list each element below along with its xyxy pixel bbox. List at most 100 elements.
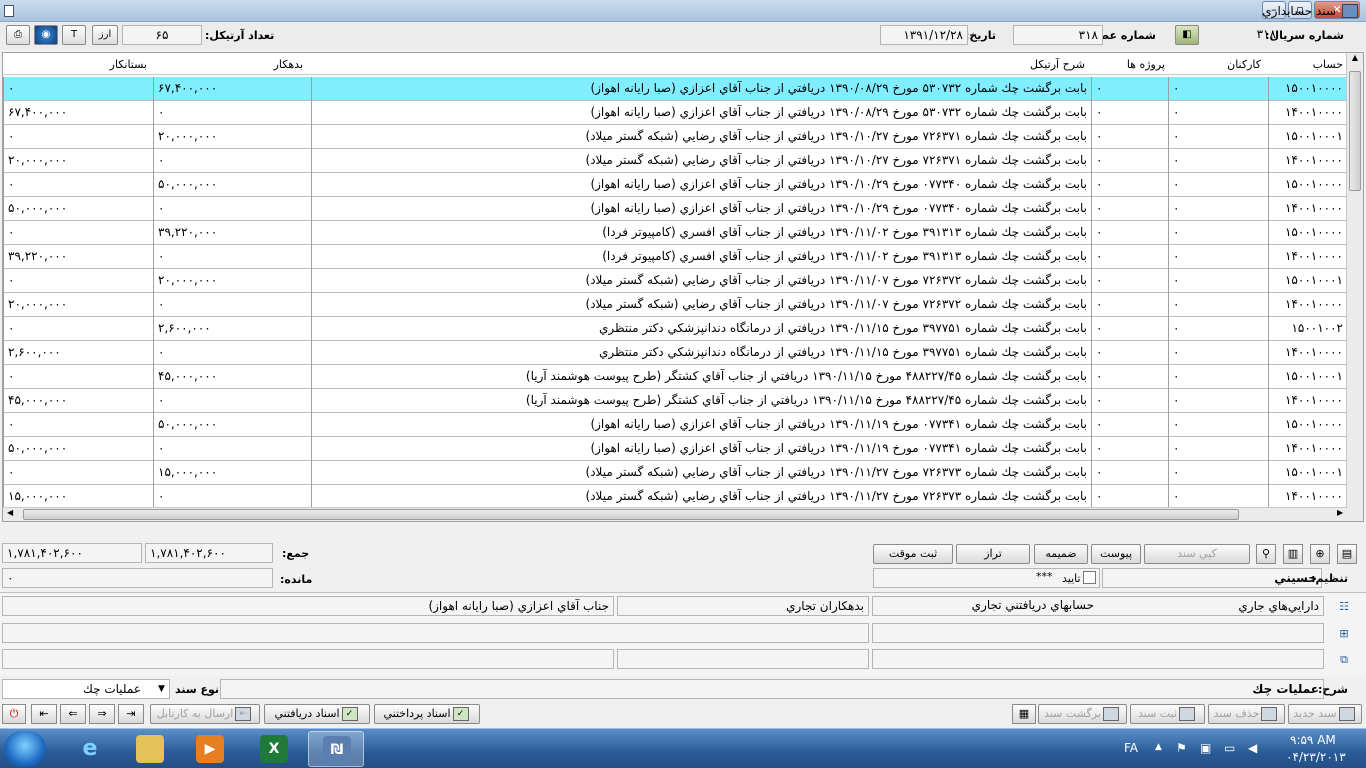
account-cell[interactable]: ۱۵۰۰۱۰۰۰۰ <box>1268 173 1347 197</box>
project-cell[interactable]: ۰ <box>1091 485 1168 509</box>
debit-cell[interactable]: ۲۰,۰۰۰,۰۰۰ <box>153 269 311 293</box>
col-credit[interactable]: بستانكار <box>110 58 147 71</box>
export-icon[interactable]: ▤ <box>1337 544 1357 564</box>
project-cell[interactable]: ۰ <box>1091 437 1168 461</box>
credit-cell[interactable]: ۲,۶۰۰,۰۰۰ <box>3 341 153 365</box>
taskbar-ie[interactable]: e <box>62 731 118 767</box>
project-cell[interactable]: ۰ <box>1091 389 1168 413</box>
flag-icon[interactable]: ⚑ <box>1176 741 1187 755</box>
employee-cell[interactable]: ۰ <box>1168 77 1268 101</box>
table-row[interactable]: ۱۵۰۰۱۰۰۰۱ ۰ ۰ بابت برگشت چك شماره ۷۲۶۳۷۳ مو… <box>3 461 1347 485</box>
table-row[interactable]: ۱۵۰۰۱۰۰۲ ۰ ۰ بابت برگشت چك شماره ۳۹۷۷۵۱ مور… <box>3 317 1347 341</box>
project-cell[interactable]: ۰ <box>1091 245 1168 269</box>
account-cell[interactable]: ۱۵۰۰۱۰۰۰۰ <box>1268 221 1347 245</box>
project-cell[interactable]: ۰ <box>1091 341 1168 365</box>
language-indicator[interactable]: FA <box>1124 741 1138 755</box>
credit-cell[interactable]: ۰ <box>3 269 153 293</box>
zoom-icon[interactable]: ⊕ <box>1310 544 1330 564</box>
credit-cell[interactable]: ۵۰,۰۰۰,۰۰۰ <box>3 197 153 221</box>
scroll-left-icon[interactable]: ◀ <box>7 508 13 517</box>
credit-cell[interactable]: ۱۵,۰۰۰,۰۰۰ <box>3 485 153 509</box>
description-cell[interactable]: بابت برگشت چك شماره ۷۲۶۳۷۳ مورخ ۱۳۹۰/۱۱/… <box>311 485 1091 509</box>
account-cell[interactable]: ۱۴۰۰۱۰۰۰۰ <box>1268 101 1347 125</box>
debit-cell[interactable]: ۰ <box>153 341 311 365</box>
debit-cell[interactable]: ۵۰,۰۰۰,۰۰۰ <box>153 413 311 437</box>
trash-icon[interactable]: ▥ <box>1283 544 1303 564</box>
debit-cell[interactable]: ۲۰,۰۰۰,۰۰۰ <box>153 125 311 149</box>
col-description[interactable]: شرح آرتيكل <box>1030 58 1085 71</box>
revert-doc-button[interactable]: برگشت سند <box>1038 704 1127 724</box>
table-row[interactable]: ۱۴۰۰۱۰۰۰۰ ۰ ۰ بابت برگشت چك شماره ۵۳۰۷۳۲ مو… <box>3 101 1347 125</box>
project-cell[interactable]: ۰ <box>1091 77 1168 101</box>
employee-cell[interactable]: ۰ <box>1168 365 1268 389</box>
project-cell[interactable]: ۰ <box>1091 461 1168 485</box>
employee-cell[interactable]: ۰ <box>1168 173 1268 197</box>
employee-cell[interactable]: ۰ <box>1168 221 1268 245</box>
employee-cell[interactable]: ۰ <box>1168 293 1268 317</box>
account-cell[interactable]: ۱۴۰۰۱۰۰۰۰ <box>1268 293 1347 317</box>
table-row[interactable]: ۱۵۰۰۱۰۰۰۰ ۰ ۰ بابت برگشت چك شماره ۰۷۷۳۴۱ مو… <box>3 413 1347 437</box>
col-projects[interactable]: پروژه ها <box>1127 58 1165 71</box>
employee-cell[interactable]: ۰ <box>1168 341 1268 365</box>
prev-record-icon[interactable]: ⇐ <box>60 704 86 724</box>
table-row[interactable]: ۱۵۰۰۱۰۰۰۱ ۰ ۰ بابت برگشت چك شماره ۷۲۶۳۷۲ مو… <box>3 269 1347 293</box>
credit-cell[interactable]: ۲۰,۰۰۰,۰۰۰ <box>3 293 153 317</box>
credit-cell[interactable]: ۵۰,۰۰۰,۰۰۰ <box>3 437 153 461</box>
description-cell[interactable]: بابت برگشت چك شماره ۳۹۱۳۱۳ مورخ ۱۳۹۰/۱۱/… <box>311 245 1091 269</box>
debit-cell[interactable]: ۰ <box>153 101 311 125</box>
table-row[interactable]: ۱۴۰۰۱۰۰۰۰ ۰ ۰ بابت برگشت چك شماره ۷۲۶۳۷۳ مو… <box>3 485 1347 509</box>
credit-cell[interactable]: ۴۵,۰۰۰,۰۰۰ <box>3 389 153 413</box>
description-field[interactable]: عمليات چك <box>220 679 1324 699</box>
approve-checkbox[interactable] <box>1083 571 1096 584</box>
next-record-icon[interactable]: ⇒ <box>89 704 115 724</box>
lookup-icon[interactable]: ◧ <box>1175 25 1199 45</box>
description-cell[interactable]: بابت برگشت چك شماره ۷۲۶۳۷۱ مورخ ۱۳۹۰/۱۰/… <box>311 149 1091 173</box>
debit-cell[interactable]: ۰ <box>153 485 311 509</box>
network-icon[interactable]: ▭ <box>1224 741 1235 755</box>
credit-cell[interactable]: ۰ <box>3 413 153 437</box>
project-cell[interactable]: ۰ <box>1091 221 1168 245</box>
account-cell[interactable]: ۱۵۰۰۱۰۰۰۱ <box>1268 461 1347 485</box>
serial-field[interactable]: ۳۱۸ <box>1200 25 1280 45</box>
project-cell[interactable]: ۰ <box>1091 101 1168 125</box>
taskbar-excel[interactable]: X <box>246 731 302 767</box>
project-cell[interactable]: ۰ <box>1091 317 1168 341</box>
employee-cell[interactable]: ۰ <box>1168 437 1268 461</box>
structure-icon[interactable]: ⧉ <box>1334 651 1354 671</box>
description-cell[interactable]: بابت برگشت چك شماره ۰۷۷۳۴۱ مورخ ۱۳۹۰/۱۱/… <box>311 437 1091 461</box>
tree-icon[interactable]: ☷ <box>1334 598 1354 618</box>
taskbar-media[interactable]: ▶ <box>182 731 238 767</box>
account-cell[interactable]: ۱۴۰۰۱۰۰۰۰ <box>1268 485 1347 509</box>
start-button[interactable] <box>4 731 46 767</box>
payment-docs-button[interactable]: ✓اسناد پرداختني <box>374 704 480 724</box>
debit-cell[interactable]: ۰ <box>153 149 311 173</box>
employee-cell[interactable]: ۰ <box>1168 101 1268 125</box>
debit-cell[interactable]: ۱۵,۰۰۰,۰۰۰ <box>153 461 311 485</box>
project-cell[interactable]: ۰ <box>1091 197 1168 221</box>
globe-icon[interactable]: ◉ <box>34 25 58 45</box>
account-cell[interactable]: ۱۴۰۰۱۰۰۰۰ <box>1268 341 1347 365</box>
table-row[interactable]: ۱۵۰۰۱۰۰۰۰ ۰ ۰ بابت برگشت چك شماره ۵۳۰۷۳۲ مو… <box>3 77 1347 101</box>
table-row[interactable]: ۱۴۰۰۱۰۰۰۰ ۰ ۰ بابت برگشت چك شماره ۰۷۷۳۴۰ مو… <box>3 197 1347 221</box>
currency-button[interactable]: ارز <box>92 25 118 45</box>
credit-cell[interactable]: ۲۰,۰۰۰,۰۰۰ <box>3 149 153 173</box>
description-cell[interactable]: بابت برگشت چك شماره ۴۸۸۲۲۷/۴۵ مورخ ۱۳۹۰/… <box>311 365 1091 389</box>
account-cell[interactable]: ۱۵۰۰۱۰۰۰۱ <box>1268 365 1347 389</box>
account-cell[interactable]: ۱۴۰۰۱۰۰۰۰ <box>1268 197 1347 221</box>
description-cell[interactable]: بابت برگشت چك شماره ۷۲۶۳۷۲ مورخ ۱۳۹۰/۱۱/… <box>311 269 1091 293</box>
credit-cell[interactable]: ۰ <box>3 317 153 341</box>
project-cell[interactable]: ۰ <box>1091 269 1168 293</box>
account-cell[interactable]: ۱۴۰۰۱۰۰۰۰ <box>1268 245 1347 269</box>
taskbar-explorer[interactable] <box>122 731 178 767</box>
chevron-down-icon[interactable]: ▼ <box>158 684 165 694</box>
table-row[interactable]: ۱۴۰۰۱۰۰۰۰ ۰ ۰ بابت برگشت چك شماره ۷۲۶۳۷۲ مو… <box>3 293 1347 317</box>
horizontal-scrollbar[interactable]: ◀ ▶ <box>3 507 1347 521</box>
binoculars-icon[interactable]: ⚲ <box>1256 544 1276 564</box>
first-record-icon[interactable]: ⇤ <box>31 704 57 724</box>
temp-save-button[interactable]: ثبت موقت <box>873 544 953 564</box>
description-cell[interactable]: بابت برگشت چك شماره ۵۳۰۷۳۲ مورخ ۱۳۹۰/۰۸/… <box>311 77 1091 101</box>
scroll-right-icon[interactable]: ▶ <box>1337 508 1343 517</box>
description-cell[interactable]: بابت برگشت چك شماره ۷۲۶۳۷۳ مورخ ۱۳۹۰/۱۱/… <box>311 461 1091 485</box>
description-cell[interactable]: بابت برگشت چك شماره ۰۷۷۳۴۰ مورخ ۱۳۹۰/۱۰/… <box>311 173 1091 197</box>
description-cell[interactable]: بابت برگشت چك شماره ۷۲۶۳۷۱ مورخ ۱۳۹۰/۱۰/… <box>311 125 1091 149</box>
